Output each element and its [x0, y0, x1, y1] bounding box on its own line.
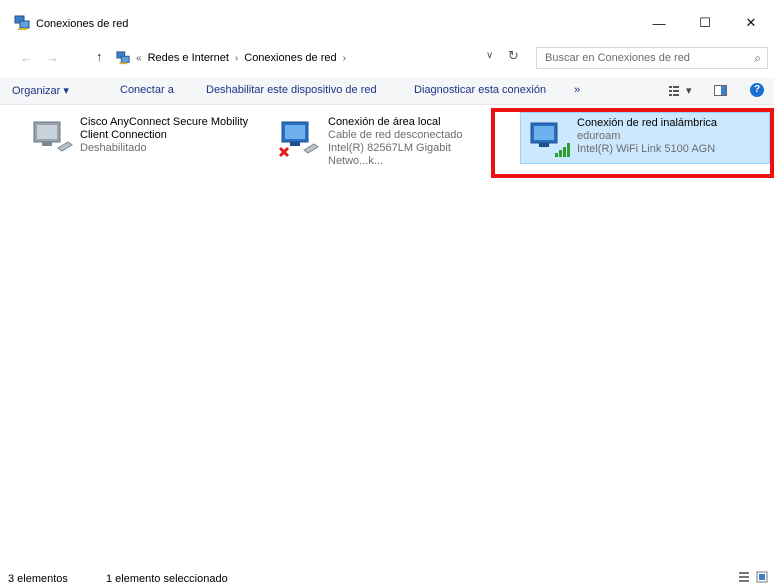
disconnected-x-icon: [278, 146, 290, 158]
breadcrumb[interactable]: « Redes e Internet › Conexiones de red ›: [116, 47, 346, 69]
disable-device-button[interactable]: Deshabilitar este dispositivo de red: [206, 84, 377, 96]
item-status: Deshabilitado: [80, 142, 147, 154]
minimize-icon: —: [652, 15, 666, 31]
preview-pane-icon[interactable]: [714, 85, 727, 96]
command-bar: Organizar ▾ Conectar a Deshabilitar este…: [0, 78, 774, 105]
breadcrumb-item[interactable]: Redes e Internet: [148, 52, 229, 64]
status-bar: 3 elementos 1 elemento seleccionado: [0, 568, 774, 587]
highlight-annotation: [491, 108, 774, 178]
maximize-button[interactable]: ☐: [682, 8, 728, 38]
breadcrumb-overflow[interactable]: «: [136, 53, 142, 64]
large-icons-view-icon[interactable]: [756, 571, 768, 583]
list-item[interactable]: Conexión de área local Cable de red desc…: [272, 112, 490, 167]
maximize-icon: ☐: [699, 15, 711, 30]
close-icon: ✕: [745, 15, 757, 30]
up-arrow-icon[interactable]: ↑: [96, 49, 103, 64]
selection-count: 1 elemento seleccionado: [106, 573, 228, 585]
network-connections-icon: [14, 15, 30, 30]
item-details: Conexión de área local Cable de red desc…: [328, 116, 490, 168]
breadcrumb-item[interactable]: Conexiones de red: [244, 52, 336, 64]
item-count: 3 elementos: [8, 573, 68, 585]
list-item[interactable]: Cisco AnyConnect Secure Mobility Client …: [24, 112, 270, 164]
diagnose-connection-button[interactable]: Diagnosticar esta conexión: [414, 84, 546, 96]
search-icon[interactable]: ⌕: [754, 51, 761, 66]
window-title: Conexiones de red: [36, 18, 129, 30]
item-status: Cable de red desconectado: [328, 129, 463, 141]
back-icon[interactable]: ←: [20, 50, 33, 65]
breadcrumb-separator[interactable]: ›: [343, 53, 346, 64]
organize-button[interactable]: Organizar ▾: [12, 84, 69, 97]
close-button[interactable]: ✕: [728, 8, 774, 38]
breadcrumb-separator[interactable]: ›: [235, 53, 238, 64]
more-commands-button[interactable]: »: [574, 84, 580, 96]
connect-to-button[interactable]: Conectar a: [120, 84, 174, 96]
network-adapter-icon: [33, 121, 73, 152]
search-input[interactable]: [537, 51, 747, 65]
item-name: Conexión de área local: [328, 116, 441, 128]
view-options-dropdown[interactable]: ▾: [686, 84, 692, 97]
item-details: Cisco AnyConnect Secure Mobility Client …: [80, 116, 248, 155]
minimize-button[interactable]: —: [636, 8, 682, 38]
network-folder-icon: [116, 51, 130, 65]
refresh-icon[interactable]: ↻: [508, 48, 519, 64]
title-bar: Conexiones de red — ☐ ✕: [0, 0, 774, 40]
details-view-icon[interactable]: [738, 571, 750, 583]
view-options-icon[interactable]: [668, 85, 680, 97]
item-adapter: Intel(R) 82567LM Gigabit Netwo...k...: [328, 142, 451, 167]
help-icon[interactable]: ?: [750, 83, 764, 97]
chevron-down-icon[interactable]: ∨: [486, 50, 493, 61]
search-box[interactable]: ⌕: [536, 47, 768, 69]
item-name-line2: Client Connection: [80, 129, 167, 141]
forward-icon[interactable]: →: [46, 50, 59, 65]
item-name: Cisco AnyConnect Secure Mobility: [80, 116, 249, 128]
